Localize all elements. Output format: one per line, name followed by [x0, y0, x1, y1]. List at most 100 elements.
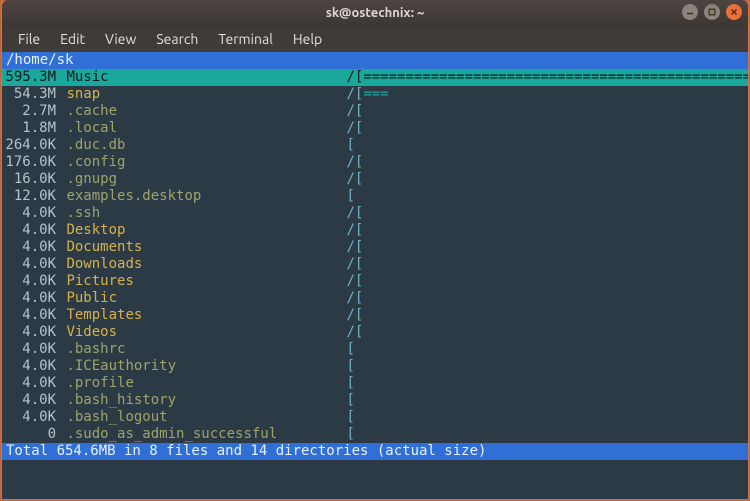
menu-terminal[interactable]: Terminal [210, 29, 281, 49]
entry-name: Documents [66, 239, 346, 256]
entry-size: 4.0K [2, 375, 58, 392]
close-button[interactable] [726, 4, 742, 20]
window-frame: sk@ostechnix: ~ File Edit View Search Te… [0, 0, 750, 501]
dir-slash-icon: / [346, 239, 354, 256]
list-item[interactable]: 4.0K .ICEauthority[ ] [2, 358, 748, 375]
list-item[interactable]: 264.0K .duc.db[ ] [2, 137, 748, 154]
menu-search[interactable]: Search [148, 29, 206, 49]
dir-slash-icon: / [346, 290, 354, 307]
list-item[interactable]: 1.8M .local/[ ] [2, 120, 748, 137]
entry-name: .bashrc [66, 341, 346, 358]
dir-slash-icon: / [346, 222, 354, 239]
menu-view[interactable]: View [97, 29, 144, 49]
dir-slash-icon: / [346, 154, 354, 171]
list-item[interactable]: 4.0K Documents/[ ] [2, 239, 748, 256]
list-item[interactable]: 4.0K Desktop/[ ] [2, 222, 748, 239]
usage-bar: [ ] [355, 256, 748, 273]
entry-size: 4.0K [2, 324, 58, 341]
current-path: /home/sk [6, 52, 73, 69]
usage-bar: [ ] [355, 239, 748, 256]
entry-size: 1.8M [2, 120, 58, 137]
usage-bar: [ ] [346, 409, 748, 426]
entry-size: 4.0K [2, 205, 58, 222]
entry-size: 4.0K [2, 239, 58, 256]
list-item[interactable]: 595.3M Music/[==========================… [2, 69, 748, 86]
entry-name: .config [66, 154, 346, 171]
list-item[interactable]: 4.0K Pictures/[ ] [2, 273, 748, 290]
usage-bar: [ ] [355, 171, 748, 188]
dir-slash-icon: / [346, 120, 354, 137]
entry-size: 0 [2, 426, 58, 443]
entry-name: Desktop [66, 222, 346, 239]
menu-help[interactable]: Help [285, 29, 330, 49]
entry-size: 4.0K [2, 307, 58, 324]
list-item[interactable]: 12.0K examples.desktop[ ] [2, 188, 748, 205]
usage-bar: [ ] [346, 375, 748, 392]
list-item[interactable]: 54.3M snap/[=== ] [2, 86, 748, 103]
entry-size: 4.0K [2, 290, 58, 307]
usage-bar: [ ] [355, 120, 748, 137]
usage-bar: [ ] [346, 426, 748, 443]
list-item[interactable]: 4.0K .bash_history[ ] [2, 392, 748, 409]
usage-bar: [=======================================… [355, 69, 748, 86]
entry-size: 595.3M [2, 69, 58, 86]
entry-name: Pictures [66, 273, 346, 290]
entry-name: .cache [66, 103, 346, 120]
dir-slash-icon: / [346, 273, 354, 290]
entry-size: 176.0K [2, 154, 58, 171]
terminal-area[interactable]: /home/sk 595.3M Music/[=================… [2, 52, 748, 499]
maximize-button[interactable] [704, 4, 720, 20]
menu-file[interactable]: File [10, 29, 48, 49]
list-item[interactable]: 4.0K Public/[ ] [2, 290, 748, 307]
path-bar: /home/sk [2, 52, 748, 69]
list-item[interactable]: 4.0K .bashrc[ ] [2, 341, 748, 358]
list-item[interactable]: 4.0K Downloads/[ ] [2, 256, 748, 273]
entry-name: .local [66, 120, 346, 137]
list-item[interactable]: 0 .sudo_as_admin_successful[ ] [2, 426, 748, 443]
entry-size: 4.0K [2, 256, 58, 273]
titlebar[interactable]: sk@ostechnix: ~ [2, 0, 748, 26]
dir-slash-icon: / [346, 324, 354, 341]
entry-name: Downloads [66, 256, 346, 273]
dir-slash-icon: / [346, 256, 354, 273]
usage-bar: [ ] [346, 358, 748, 375]
menu-edit[interactable]: Edit [52, 29, 93, 49]
entry-size: 4.0K [2, 409, 58, 426]
usage-bar: [ ] [355, 222, 748, 239]
list-item[interactable]: 4.0K Videos/[ ] [2, 324, 748, 341]
entry-name: Templates [66, 307, 346, 324]
entry-size: 4.0K [2, 341, 58, 358]
status-text: Total 654.6MB in 8 files and 14 director… [6, 443, 486, 460]
entry-name: .ssh [66, 205, 346, 222]
entry-name: Music [66, 69, 346, 86]
entry-size: 16.0K [2, 171, 58, 188]
entry-size: 4.0K [2, 358, 58, 375]
entry-name: .duc.db [66, 137, 346, 154]
usage-bar: [ ] [346, 188, 748, 205]
list-item[interactable]: 4.0K .profile[ ] [2, 375, 748, 392]
usage-bar: [ ] [346, 341, 748, 358]
entry-name: .ICEauthority [66, 358, 346, 375]
file-listing[interactable]: 595.3M Music/[==========================… [2, 69, 748, 443]
entry-size: 4.0K [2, 392, 58, 409]
list-item[interactable]: 16.0K .gnupg/[ ] [2, 171, 748, 188]
list-item[interactable]: 4.0K .bash_logout[ ] [2, 409, 748, 426]
entry-name: Public [66, 290, 346, 307]
usage-bar: [ ] [355, 103, 748, 120]
list-item[interactable]: 4.0K Templates/[ ] [2, 307, 748, 324]
usage-bar: [ ] [346, 137, 748, 154]
usage-bar: [ ] [355, 205, 748, 222]
entry-name: .bash_history [66, 392, 346, 409]
minimize-button[interactable] [682, 4, 698, 20]
window-controls [682, 4, 742, 20]
list-item[interactable]: 2.7M .cache/[ ] [2, 103, 748, 120]
entry-name: Videos [66, 324, 346, 341]
dir-slash-icon: / [346, 103, 354, 120]
entry-size: 2.7M [2, 103, 58, 120]
entry-name: .sudo_as_admin_successful [66, 426, 346, 443]
status-bar: Total 654.6MB in 8 files and 14 director… [2, 443, 748, 460]
usage-bar: [ ] [355, 273, 748, 290]
list-item[interactable]: 176.0K .config/[ ] [2, 154, 748, 171]
entry-size: 12.0K [2, 188, 58, 205]
list-item[interactable]: 4.0K .ssh/[ ] [2, 205, 748, 222]
